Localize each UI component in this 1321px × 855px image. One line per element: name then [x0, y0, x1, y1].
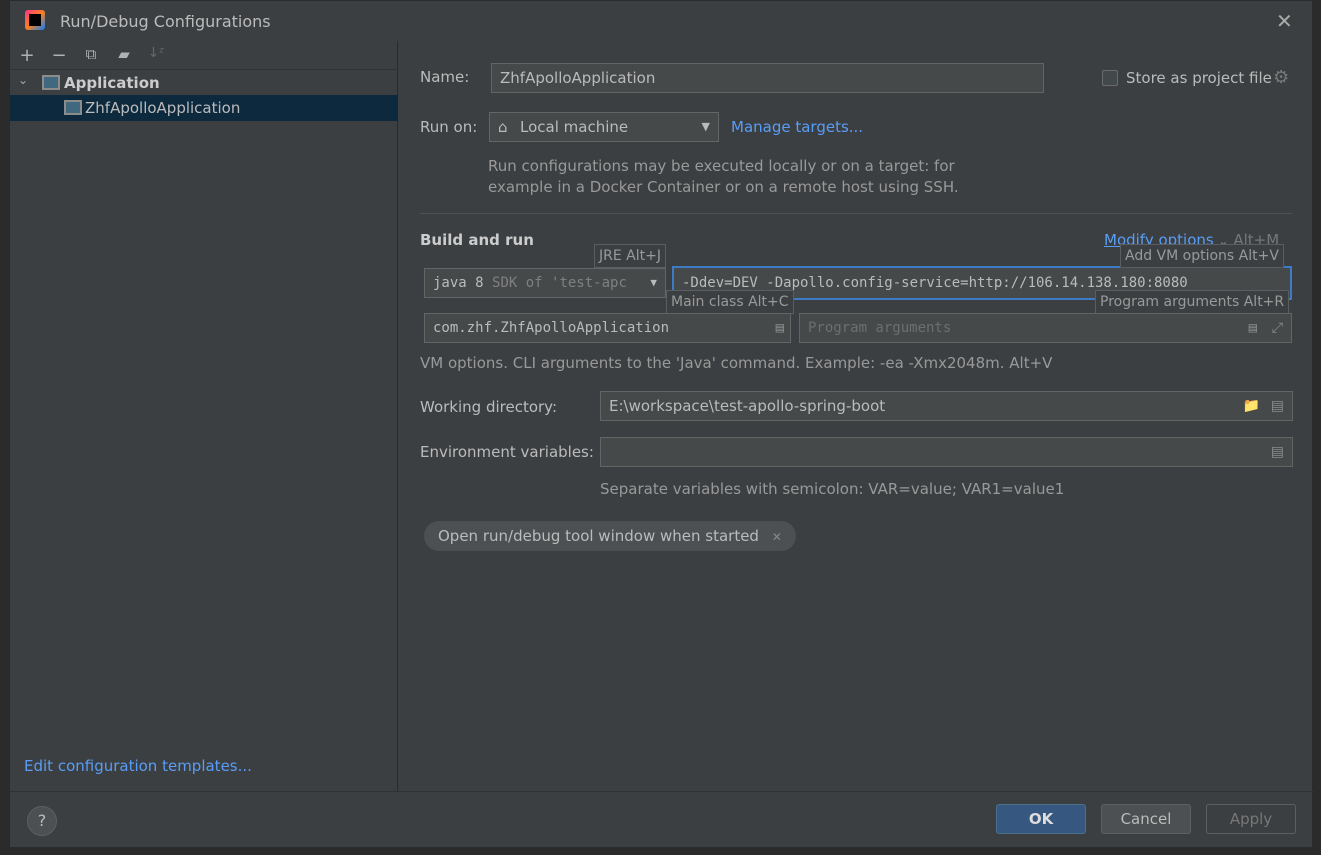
apply-button[interactable]: Apply [1206, 804, 1296, 834]
dropdown-arrow-icon: ▼ [650, 276, 657, 289]
workdir-label: Working directory: [420, 398, 558, 416]
option-chip[interactable]: Open run/debug tool window when started … [424, 521, 796, 551]
expand-icon[interactable]: ⤢ [1272, 314, 1283, 342]
home-icon: ⌂ [498, 118, 508, 136]
main-class-value: com.zhf.ZhfApolloApplication [433, 320, 670, 336]
workdir-input[interactable]: E:\workspace\test-apollo-spring-boot 📁 ▤ [600, 391, 1293, 421]
edit-templates-link[interactable]: Edit configuration templates... [24, 757, 252, 775]
close-icon[interactable]: ✕ [1276, 9, 1293, 33]
new-folder-icon[interactable]: ▰ [113, 45, 135, 67]
program-args-input[interactable]: Program arguments ▤ ⤢ [799, 313, 1292, 343]
copy-icon[interactable]: ⧉ [80, 45, 102, 67]
store-label[interactable]: Store as project file [1126, 69, 1272, 87]
title-bar: Run/Debug Configurations ✕ [10, 1, 1314, 41]
vm-options-value: -Ddev=DEV -Dapollo.config-service=http:/… [682, 275, 1188, 291]
run-on-select[interactable]: ⌂ Local machine ▼ [489, 112, 719, 142]
ok-button[interactable]: OK [996, 804, 1086, 834]
folder-icon[interactable]: 📁 [1243, 392, 1260, 420]
dropdown-arrow-icon: ▼ [701, 120, 710, 133]
vm-hint: VM options. CLI arguments to the 'Java' … [420, 354, 1053, 372]
run-on-label: Run on: [420, 118, 478, 136]
chip-label: Open run/debug tool window when started [438, 527, 759, 545]
main-class-input[interactable]: com.zhf.ZhfApolloApplication ▤ [424, 313, 791, 343]
name-input[interactable]: ZhfApolloApplication [491, 63, 1044, 93]
window-title: Run/Debug Configurations [60, 12, 271, 31]
env-input[interactable]: ▤ [600, 437, 1293, 467]
env-hint: Separate variables with semicolon: VAR=v… [600, 480, 1065, 498]
cancel-button[interactable]: Cancel [1101, 804, 1191, 834]
gear-icon[interactable]: ⚙ [1273, 67, 1289, 88]
tooltip-jre: JRE Alt+J [594, 244, 666, 268]
workdir-value: E:\workspace\test-apollo-spring-boot [609, 397, 886, 415]
close-icon[interactable]: ✕ [772, 530, 782, 544]
minus-icon[interactable]: − [48, 45, 70, 67]
tooltip-args: Program arguments Alt+R [1095, 290, 1290, 314]
group-label: Application [64, 74, 160, 92]
run-on-hint-1: Run configurations may be executed local… [488, 157, 955, 175]
jre-value: java 8 [433, 275, 484, 291]
program-args-placeholder: Program arguments [808, 320, 952, 336]
jre-detail: SDK of 'test-apc [492, 275, 627, 291]
run-debug-dialog: Run/Debug Configurations ✕ + − ⧉ ▰ ↓ᶻ ⌄ … [9, 0, 1314, 848]
jre-select[interactable]: java 8 SDK of 'test-apc ▼ [424, 268, 666, 298]
tree-item-label: ZhfApolloApplication [85, 99, 241, 117]
chevron-down-icon[interactable]: ⌄ [18, 73, 28, 87]
browse-icon[interactable]: ▤ [1249, 314, 1257, 342]
browse-icon[interactable]: ▤ [776, 314, 784, 342]
sort-alpha-icon[interactable]: ↓ᶻ [145, 45, 167, 67]
config-tree-panel: + − ⧉ ▰ ↓ᶻ ⌄ Application ZhfApolloApplic… [10, 41, 398, 791]
manage-targets-link[interactable]: Manage targets... [731, 118, 863, 136]
name-label: Name: [420, 68, 470, 86]
help-button[interactable]: ? [27, 806, 57, 836]
plus-icon[interactable]: + [16, 45, 38, 67]
tree-group-application[interactable]: ⌄ Application [10, 71, 398, 95]
intellij-logo-icon [25, 10, 45, 30]
tooltip-main: Main class Alt+C [666, 290, 794, 314]
run-on-value: Local machine [520, 118, 629, 136]
application-icon [42, 75, 60, 90]
run-on-hint-2: example in a Docker Container or on a re… [488, 178, 959, 196]
env-label: Environment variables: [420, 443, 594, 461]
build-and-run-heading: Build and run [420, 231, 534, 249]
browse-icon[interactable]: ▤ [1271, 438, 1284, 466]
tooltip-vm: Add VM options Alt+V [1120, 244, 1284, 268]
tree-item[interactable]: ZhfApolloApplication [10, 95, 398, 121]
application-icon [64, 100, 82, 115]
store-checkbox[interactable] [1102, 70, 1118, 86]
browse-icon[interactable]: ▤ [1271, 392, 1284, 420]
